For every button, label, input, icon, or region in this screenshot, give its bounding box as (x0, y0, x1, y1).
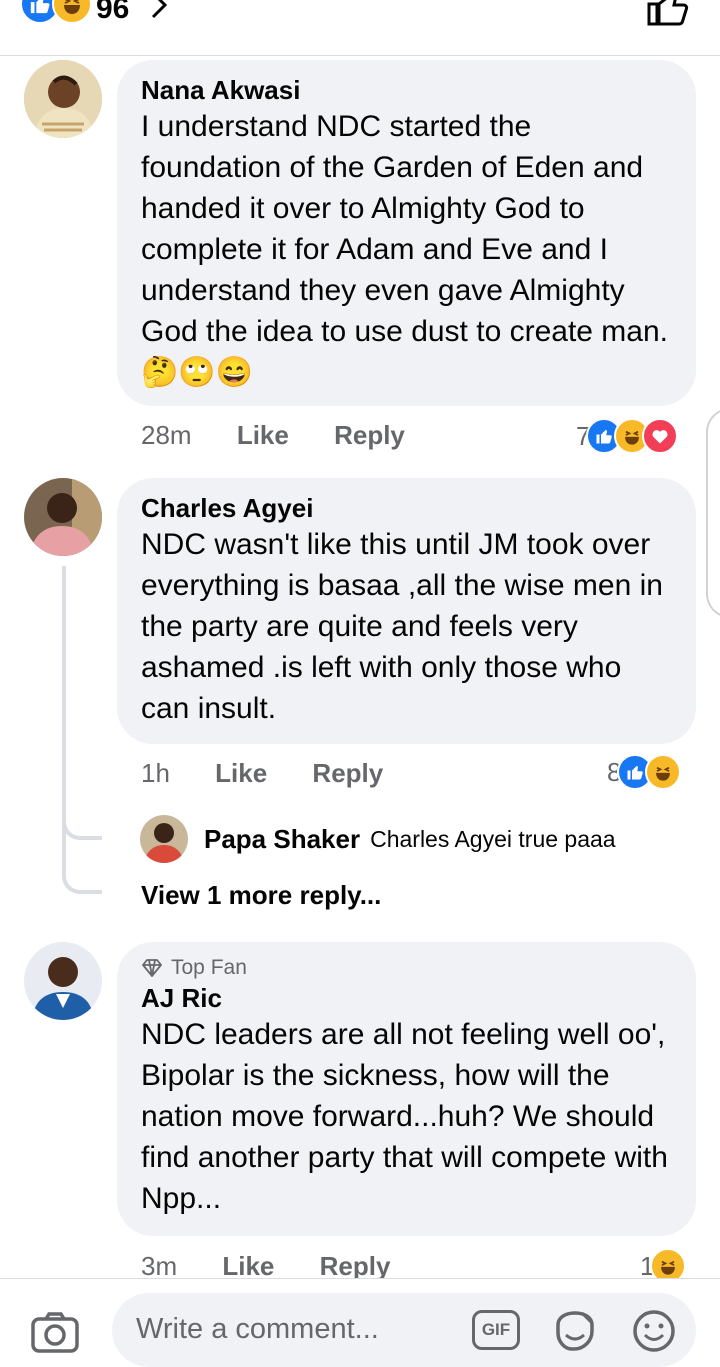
comment-text: NDC leaders are all not feeling well oo'… (141, 1018, 668, 1215)
comment-reactions[interactable]: 8 (607, 754, 682, 790)
avatar[interactable] (140, 815, 188, 863)
comment-time[interactable]: 3m (141, 1251, 177, 1281)
view-more-replies[interactable]: View 1 more reply... (141, 880, 381, 911)
comment-author[interactable]: AJ Ric (141, 982, 672, 1014)
like-button[interactable]: Like (215, 758, 267, 788)
comment-bubble[interactable]: Charles Agyei NDC wasn't like this until… (117, 478, 696, 744)
reply-preview[interactable]: Papa Shaker Charles Agyei true paaa (140, 815, 616, 863)
side-scroll-handle[interactable] (706, 408, 720, 618)
comment-bubble[interactable]: Nana Akwasi I understand NDC started the… (117, 60, 696, 406)
avatar[interactable] (24, 60, 102, 138)
reaction-count[interactable]: 96 (96, 0, 129, 26)
reaction-icons (20, 0, 92, 24)
reactions-summary-bar[interactable]: 96 (0, 0, 720, 56)
thread-connector (62, 872, 102, 894)
reply-text: Charles Agyei true paaa (370, 825, 616, 852)
comment-time[interactable]: 1h (141, 758, 170, 788)
sticker-icon[interactable] (552, 1309, 598, 1358)
avatar[interactable] (24, 942, 102, 1020)
avatar[interactable] (24, 478, 102, 556)
camera-icon[interactable] (30, 1311, 80, 1358)
comment-composer: Write a comment... GIF (0, 1278, 720, 1367)
comment-text: NDC wasn't like this until JM took over … (141, 528, 663, 725)
comment-meta: 28m Like Reply (141, 420, 405, 451)
like-button[interactable]: Like (222, 1251, 274, 1281)
top-fan-badge: Top Fan (141, 956, 672, 980)
haha-icon (52, 0, 92, 24)
chevron-right-icon[interactable] (148, 0, 170, 25)
comment-meta: 1h Like Reply (141, 758, 383, 789)
reply-button[interactable]: Reply (320, 1251, 391, 1281)
comment-bubble[interactable]: Top Fan AJ Ric NDC leaders are all not f… (117, 942, 696, 1236)
reply-button[interactable]: Reply (312, 758, 383, 788)
like-outline-icon[interactable] (646, 0, 690, 31)
comment-reactions[interactable]: 7 (576, 418, 679, 454)
reply-author[interactable]: Papa Shaker (204, 824, 360, 855)
comment-text: I understand NDC started the foundation … (141, 110, 668, 389)
top-fan-label: Top Fan (171, 956, 247, 979)
thread-connector (62, 818, 102, 840)
diamond-icon (141, 959, 163, 977)
haha-icon (645, 754, 682, 790)
emoji-icon[interactable] (632, 1309, 676, 1358)
reply-button[interactable]: Reply (334, 420, 405, 450)
comment-input-placeholder[interactable]: Write a comment... (136, 1313, 379, 1346)
gif-button[interactable]: GIF (472, 1310, 520, 1350)
love-icon (642, 418, 679, 454)
comment-author[interactable]: Nana Akwasi (141, 74, 672, 106)
comment-time[interactable]: 28m (141, 420, 192, 450)
comment-author[interactable]: Charles Agyei (141, 492, 672, 524)
comment-input[interactable]: Write a comment... GIF (112, 1293, 696, 1367)
like-button[interactable]: Like (237, 420, 289, 450)
